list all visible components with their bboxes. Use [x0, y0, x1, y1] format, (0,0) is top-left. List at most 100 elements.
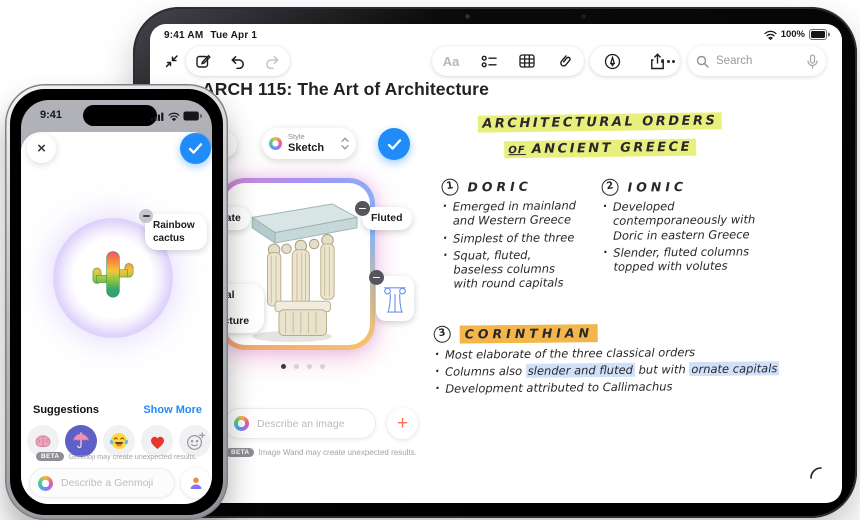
- doric-section: 1 DORIC Emerged in mainland and Western G…: [440, 177, 580, 294]
- format-label: Aa: [442, 53, 460, 69]
- corinthian-bullet: Most elaborate of the three classical or…: [434, 344, 786, 362]
- table-button[interactable]: [514, 48, 540, 74]
- ipad-screen: 9:41 AM Tue Apr 1 100% Aa Search ARCH 11…: [150, 24, 842, 503]
- iphone-status-icons: [151, 111, 202, 121]
- search-field[interactable]: [688, 46, 826, 76]
- laughing-emoji: [109, 433, 129, 449]
- checklist-button[interactable]: [476, 48, 502, 74]
- image-wand-disclaimer: BETA Image Wand may create unexpected re…: [226, 448, 417, 457]
- style-selector[interactable]: Style Sketch: [262, 128, 356, 159]
- corinthian-bullet: Development attributed to Callimachus: [434, 378, 786, 396]
- apple-intelligence-swirl-icon: [269, 137, 282, 150]
- heading-line-1: ARCHITECTURAL ORDERS: [478, 112, 722, 133]
- undo-icon: [231, 55, 245, 69]
- corinthian-number: 3: [432, 324, 452, 345]
- show-more-link[interactable]: Show More: [143, 404, 202, 416]
- wifi-icon: [168, 112, 180, 121]
- signal-icon: [151, 112, 164, 121]
- image-page-dots[interactable]: [268, 364, 338, 369]
- ipad-status-bar: 9:41 AM Tue Apr 1: [164, 30, 264, 41]
- heading-line-2: ANCIENT GREECE: [531, 139, 693, 157]
- add-emoji-icon: [186, 431, 205, 450]
- doric-number: 1: [440, 177, 460, 197]
- people-genmoji-button[interactable]: [181, 468, 211, 498]
- doric-bullet: Emerged in mainland and Western Greece: [442, 198, 580, 228]
- apple-intelligence-swirl-icon: [234, 416, 249, 431]
- undo-button[interactable]: [225, 48, 251, 74]
- remove-sketch-reference-button[interactable]: [369, 270, 384, 285]
- disclaimer-text: Genmoji may create unexpected results.: [68, 452, 198, 461]
- heading-of: OF: [508, 145, 526, 157]
- style-value: Sketch: [288, 141, 325, 154]
- corner-scroll-indicator: [810, 467, 822, 479]
- insert-toolbar-group: Aa: [432, 46, 584, 76]
- beta-badge: BETA: [35, 452, 65, 461]
- attach-button[interactable]: [552, 48, 578, 74]
- ipad-mic-dot: [581, 14, 586, 19]
- accept-genmoji-button[interactable]: [180, 133, 211, 164]
- compose-icon: [196, 54, 212, 68]
- ionic-number: 2: [600, 177, 620, 197]
- battery-percent: 100%: [780, 29, 805, 40]
- search-icon: [696, 55, 709, 68]
- iphone-bezel: 9:41 × Rainbow cactus Suggestions Show M…: [10, 89, 223, 515]
- table-icon: [519, 54, 535, 68]
- doric-bullet: Squat, fluted, baseless columns with rou…: [442, 247, 580, 291]
- markup-icon: [604, 53, 621, 69]
- add-concept-button[interactable]: +: [387, 408, 418, 439]
- corinthian-title: CORINTHIAN: [459, 324, 599, 344]
- dynamic-island: [83, 105, 157, 126]
- note-title: ARCH 115: The Art of Architecture: [202, 79, 489, 99]
- remove-rainbow-cactus-button[interactable]: [139, 209, 153, 223]
- ionic-bullet: Slender, fluted columns topped with volu…: [602, 244, 770, 274]
- chip-rainbow-cactus[interactable]: Rainbow cactus: [145, 214, 207, 250]
- markup-button[interactable]: [600, 48, 626, 74]
- style-label: Style: [288, 132, 305, 142]
- rainbow-cactus-emoji: [92, 251, 134, 298]
- compose-button[interactable]: [190, 48, 216, 74]
- ipad-status-icons: 100%: [764, 29, 830, 40]
- more-button[interactable]: [655, 48, 681, 74]
- chevron-up-down-icon: [341, 137, 349, 150]
- beta-badge: BETA: [226, 448, 255, 457]
- minus-icon: [142, 215, 150, 217]
- genmoji-disclaimer: BETA Genmoji may create unexpected resul…: [21, 452, 212, 461]
- doric-bullet: Simplest of the three: [442, 230, 580, 246]
- ipad-clock: 9:41 AM: [164, 30, 204, 41]
- ionic-bullet: Developed contemporaneously with Doric i…: [602, 198, 770, 243]
- genmoji-sheet: × Rainbow cactus Suggestions Show More B…: [21, 132, 212, 504]
- format-button[interactable]: Aa: [438, 48, 464, 74]
- iphone-screen: 9:41 × Rainbow cactus Suggestions Show M…: [21, 100, 212, 504]
- remove-fluted-button[interactable]: [355, 201, 370, 216]
- genmoji-prompt-input[interactable]: [59, 476, 166, 490]
- column-sketch-icon: [384, 286, 406, 313]
- avatar-icon: [190, 477, 202, 489]
- ionic-title: IONIC: [627, 178, 688, 195]
- rainbow-umbrella-emoji: [73, 432, 89, 449]
- ipad-camera: [465, 14, 470, 19]
- heart-emoji: [150, 436, 164, 449]
- minus-icon: [373, 276, 380, 279]
- checklist-icon: [481, 55, 497, 67]
- battery-icon: [809, 29, 830, 40]
- suggestions-label: Suggestions: [33, 404, 100, 416]
- marketing-scene: 9:41 AM Tue Apr 1 100% Aa Search ARCH 11…: [0, 0, 860, 520]
- close-icon: ×: [37, 140, 46, 157]
- image-prompt-input[interactable]: [255, 416, 366, 431]
- confirm-check-icon: [387, 138, 401, 150]
- accept-image-button[interactable]: [378, 128, 410, 160]
- paperclip-icon: [560, 55, 571, 67]
- corinthian-bullet: Columns also slender and fluted but with…: [434, 360, 786, 379]
- doric-title: DORIC: [467, 178, 533, 195]
- close-genmoji-button[interactable]: ×: [27, 134, 56, 163]
- genmoji-prompt-field[interactable]: [29, 468, 175, 498]
- corinthian-section: 3 CORINTHIAN Most elaborate of the three …: [432, 322, 787, 399]
- search-input[interactable]: [714, 54, 802, 68]
- disclaimer-text: Image Wand may create unexpected results…: [258, 448, 417, 457]
- image-prompt-field[interactable]: [224, 408, 376, 439]
- redo-button[interactable]: [260, 48, 286, 74]
- collapse-toolbar-button[interactable]: [158, 48, 184, 74]
- minus-icon: [359, 207, 366, 210]
- confirm-check-icon: [188, 143, 203, 154]
- mic-icon[interactable]: [807, 53, 818, 69]
